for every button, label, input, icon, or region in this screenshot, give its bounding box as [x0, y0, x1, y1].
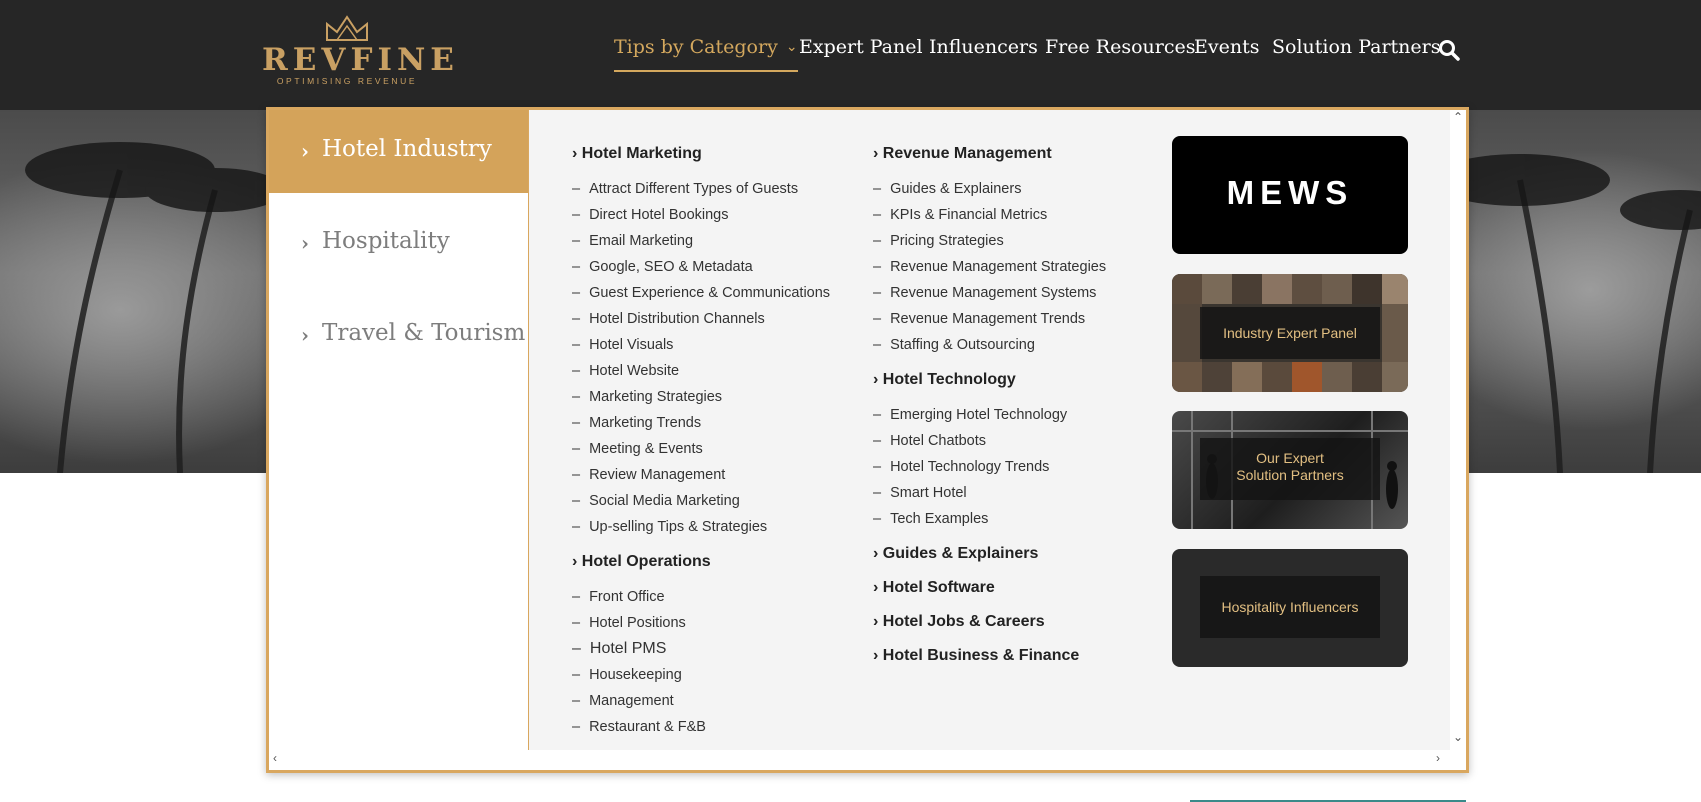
category-tabs: › Hotel Industry › Hospitality › Travel … — [269, 110, 529, 750]
menu-link[interactable]: – Hotel Technology Trends — [873, 459, 1049, 475]
nav-events[interactable]: Events — [1194, 36, 1259, 58]
menu-link[interactable]: – Hotel Positions — [572, 615, 686, 631]
tab-hospitality[interactable]: › Hospitality — [269, 202, 528, 285]
tab-label: Hotel Industry — [322, 136, 492, 162]
influencers-promo-card[interactable]: Hospitality Influencers — [1172, 549, 1408, 667]
scroll-left-icon[interactable]: ‹ — [273, 751, 277, 765]
search-icon[interactable] — [1438, 39, 1460, 61]
solution-partners-label: Our Expert Solution Partners — [1200, 438, 1380, 500]
mews-logo: MEWS — [1226, 174, 1354, 211]
tab-label: Hospitality — [322, 228, 450, 254]
heading-hotel-business-finance[interactable]: › Hotel Business & Finance — [873, 647, 1079, 665]
nav-tips-by-category[interactable]: Tips by Category ⌄ — [614, 36, 798, 72]
scroll-down-icon[interactable]: ⌄ — [1453, 730, 1463, 744]
partners-line-2: Solution Partners — [1236, 467, 1344, 483]
menu-link[interactable]: – Tech Examples — [873, 511, 988, 527]
nav-label: Tips by Category — [614, 36, 778, 58]
chevron-down-icon: ⌄ — [785, 39, 798, 55]
menu-link[interactable]: – Revenue Management Strategies — [873, 259, 1106, 275]
nav-free-resources[interactable]: Free Resources — [1045, 36, 1196, 58]
heading-guides-explainers[interactable]: › Guides & Explainers — [873, 545, 1038, 563]
menu-link[interactable]: – Guides & Explainers — [873, 181, 1021, 197]
menu-link[interactable]: – Hotel Distribution Channels — [572, 311, 765, 327]
chevron-right-icon: › — [301, 231, 309, 255]
menu-link[interactable]: – Hotel Visuals — [572, 337, 673, 353]
scroll-up-icon[interactable]: ⌃ — [1453, 110, 1463, 124]
menu-link[interactable]: – Staffing & Outsourcing — [873, 337, 1035, 353]
tab-hotel-industry[interactable]: › Hotel Industry — [269, 110, 528, 193]
influencers-label: Hospitality Influencers — [1200, 576, 1380, 638]
menu-link[interactable]: – Guest Experience & Communications — [572, 285, 830, 301]
chevron-right-icon: › — [301, 139, 309, 163]
heading-hotel-software[interactable]: › Hotel Software — [873, 579, 995, 597]
menu-link[interactable]: – Hotel Chatbots — [873, 433, 986, 449]
chevron-right-icon: › — [301, 323, 309, 347]
heading-revenue-management[interactable]: › Revenue Management — [873, 145, 1052, 163]
expert-panel-promo-card[interactable]: Industry Expert Panel — [1172, 274, 1408, 392]
menu-link[interactable]: – Housekeeping — [572, 667, 682, 683]
scroll-right-icon[interactable]: › — [1436, 751, 1440, 765]
vertical-scrollbar[interactable]: ⌃ ⌄ — [1450, 110, 1466, 750]
menu-link[interactable]: – Review Management — [572, 467, 725, 483]
menu-link[interactable]: – Front Office — [572, 589, 665, 605]
menu-link[interactable]: – Restaurant & F&B — [572, 719, 706, 735]
heading-hotel-marketing[interactable]: › Hotel Marketing — [572, 145, 702, 163]
tab-travel-tourism[interactable]: › Travel & Tourism — [269, 294, 528, 377]
menu-link[interactable]: – Revenue Management Trends — [873, 311, 1085, 327]
menu-link[interactable]: – Direct Hotel Bookings — [572, 207, 729, 223]
menu-link[interactable]: – Email Marketing — [572, 233, 693, 249]
menu-link[interactable]: – Meeting & Events — [572, 441, 703, 457]
heading-hotel-jobs-careers[interactable]: › Hotel Jobs & Careers — [873, 613, 1045, 631]
menu-link[interactable]: – Smart Hotel — [873, 485, 967, 501]
nav-solution-partners[interactable]: Solution Partners — [1272, 36, 1441, 58]
menu-link[interactable]: – Attract Different Types of Guests — [572, 181, 798, 197]
heading-hotel-operations[interactable]: › Hotel Operations — [572, 553, 711, 571]
menu-link[interactable]: – Social Media Marketing — [572, 493, 740, 509]
brand-name: REVFINE — [262, 42, 459, 78]
menu-link[interactable]: – KPIs & Financial Metrics — [873, 207, 1047, 223]
expert-panel-label: Industry Expert Panel — [1200, 307, 1380, 359]
heading-hotel-technology[interactable]: › Hotel Technology — [873, 371, 1016, 389]
menu-link[interactable]: – Emerging Hotel Technology — [873, 407, 1067, 423]
menu-link[interactable]: – Up-selling Tips & Strategies — [572, 519, 767, 535]
horizontal-scrollbar[interactable]: ‹ › — [269, 750, 1466, 770]
menu-link[interactable]: – Marketing Strategies — [572, 389, 722, 405]
category-mega-menu: › Hotel Industry › Hospitality › Travel … — [266, 107, 1469, 773]
nav-influencers[interactable]: Influencers — [929, 36, 1038, 58]
partners-line-1: Our Expert — [1256, 450, 1324, 466]
menu-link[interactable]: – Revenue Management Systems — [873, 285, 1096, 301]
mews-promo-card[interactable]: MEWS — [1172, 136, 1408, 254]
nav-expert-panel[interactable]: Expert Panel — [799, 36, 923, 58]
brand-tagline: OPTIMISING REVENUE — [276, 76, 418, 86]
menu-link[interactable]: – Google, SEO & Metadata — [572, 259, 753, 275]
menu-link[interactable]: – Hotel PMS — [572, 640, 666, 658]
menu-link[interactable]: – Management — [572, 693, 674, 709]
solution-partners-promo-card[interactable]: Our Expert Solution Partners — [1172, 411, 1408, 529]
site-header: REVFINE OPTIMISING REVENUE Tips by Categ… — [0, 0, 1701, 110]
menu-link[interactable]: – Hotel Website — [572, 363, 679, 379]
menu-link[interactable]: – Marketing Trends — [572, 415, 701, 431]
menu-link[interactable]: – Pricing Strategies — [873, 233, 1004, 249]
revfine-logo[interactable]: REVFINE OPTIMISING REVENUE — [262, 12, 459, 88]
crown-icon — [326, 15, 368, 41]
tab-label: Travel & Tourism — [322, 320, 526, 346]
